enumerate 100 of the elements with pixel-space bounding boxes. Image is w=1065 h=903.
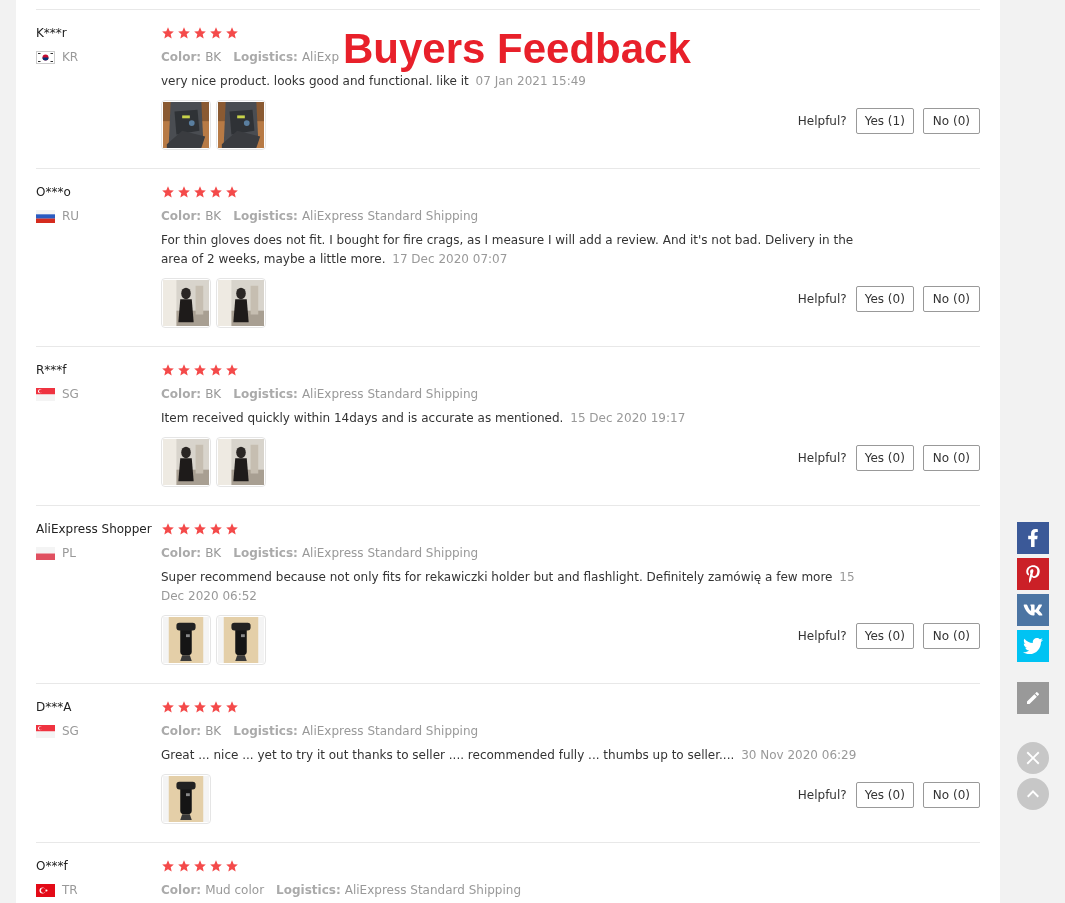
attribute-value: BK xyxy=(205,49,222,66)
star-icon xyxy=(161,522,175,536)
share-button[interactable] xyxy=(1016,558,1049,590)
no-vote-button[interactable]: No (0) xyxy=(922,108,980,134)
attribute-label: Color: xyxy=(161,208,202,225)
attribute-value: AliExpress Standard Shipping xyxy=(344,882,522,899)
star-icon xyxy=(177,185,191,199)
helpful-label: Helpful? xyxy=(797,113,847,130)
star-icon xyxy=(161,185,175,199)
star-icon xyxy=(209,700,223,714)
star-icon xyxy=(209,185,223,199)
country-code: RU xyxy=(62,208,80,224)
star-icon xyxy=(161,26,175,40)
review-text: Great ... nice ... yet to try it out thanks to seller .... recommended fully ... thumbs up to seller.... 30 Nov 2020 06:29 xyxy=(161,747,858,764)
star-icon xyxy=(209,363,223,377)
star-icon xyxy=(161,700,175,714)
no-vote-button[interactable]: No (0) xyxy=(922,623,980,649)
attribute-label: Logistics: xyxy=(233,386,298,403)
star-icon xyxy=(193,363,207,377)
reviewer-name: O***f xyxy=(36,858,69,875)
star-icon xyxy=(209,522,223,536)
attribute-label: Logistics: xyxy=(233,49,298,66)
attribute-label: Logistics: xyxy=(233,723,298,740)
helpful-label: Helpful? xyxy=(797,450,847,467)
yes-vote-button[interactable]: Yes (1) xyxy=(855,108,914,134)
country-code: SG xyxy=(62,386,79,402)
share-button[interactable] xyxy=(1016,522,1049,554)
flag-icon xyxy=(36,209,55,223)
attribute-value: BK xyxy=(205,723,222,740)
bird-icon xyxy=(1022,636,1043,656)
attribute-value: AliExpress Standard Shipping xyxy=(301,386,479,403)
attribute-label: Color: xyxy=(161,386,202,403)
star-icon xyxy=(177,859,191,873)
attribute-value: BK xyxy=(205,208,222,225)
yes-vote-button[interactable]: Yes (0) xyxy=(855,286,914,312)
country-code: KR xyxy=(62,49,79,65)
reviewer-name: AliExpress Shopper xyxy=(36,521,153,538)
attribute-value: AliExpress Standard Shipping xyxy=(301,723,479,740)
attribute-label: Color: xyxy=(161,882,202,899)
star-icon xyxy=(177,522,191,536)
attribute-value: AliExp xyxy=(301,49,340,66)
star-icon xyxy=(177,26,191,40)
attribute-label: Color: xyxy=(161,545,202,562)
close-button[interactable] xyxy=(1016,742,1049,774)
star-icon xyxy=(225,700,239,714)
star-icon xyxy=(225,859,239,873)
reviewer-name: D***A xyxy=(36,699,73,716)
reviewer-name: O***o xyxy=(36,184,72,201)
reviewer-name: K***r xyxy=(36,25,68,42)
star-icon xyxy=(177,363,191,377)
country-code: TR xyxy=(62,882,78,898)
review-text: Super recommend because not only fits for rekawiczki holder but and flashlight. Definitely zamówię a few more 15 Dec 2020 06:52 xyxy=(161,569,856,605)
no-vote-button[interactable]: No (0) xyxy=(922,782,980,808)
attribute-label: Color: xyxy=(161,723,202,740)
pinterest-icon xyxy=(1023,565,1042,583)
flag-icon xyxy=(36,883,55,897)
attribute-label: Logistics: xyxy=(233,208,298,225)
attribute-label: Logistics: xyxy=(233,545,298,562)
flag-icon xyxy=(36,724,55,738)
star-icon xyxy=(193,26,207,40)
country-code: SG xyxy=(62,723,79,739)
star-icon xyxy=(161,859,175,873)
star-icon xyxy=(225,185,239,199)
flag-icon xyxy=(36,387,55,401)
yes-vote-button[interactable]: Yes (0) xyxy=(855,782,914,808)
reviewer-name: R***f xyxy=(36,362,68,379)
yes-vote-button[interactable]: Yes (0) xyxy=(855,623,914,649)
review-text: Item received quickly within 14days and is accurate as mentioned. 15 Dec 2020 19:17 xyxy=(161,410,687,427)
helpful-label: Helpful? xyxy=(797,291,847,308)
review-text: For thin gloves does not fit. I bought for fire crags, as I measure I will add a review. And it's not bad. Delivery in the area of 2 weeks, maybe a little more. 17 Dec 2020 07:07 xyxy=(161,232,855,268)
attribute-label: Logistics: xyxy=(276,882,341,899)
helpful-label: Helpful? xyxy=(797,628,847,645)
pencil-icon xyxy=(1024,690,1041,706)
attribute-label: Color: xyxy=(161,49,202,66)
attribute-value: BK xyxy=(205,386,222,403)
banner-title: Buyers Feedback xyxy=(343,25,691,73)
star-icon xyxy=(209,859,223,873)
no-vote-button[interactable]: No (0) xyxy=(922,286,980,312)
flag-icon xyxy=(36,546,55,560)
star-icon xyxy=(225,522,239,536)
star-icon xyxy=(193,522,207,536)
star-icon xyxy=(225,363,239,377)
no-vote-button[interactable]: No (0) xyxy=(922,445,980,471)
edit-button[interactable] xyxy=(1016,682,1049,714)
country-code: PL xyxy=(62,545,76,561)
star-icon xyxy=(161,363,175,377)
attribute-value: Mud color xyxy=(205,882,265,899)
helpful-label: Helpful? xyxy=(797,787,847,804)
yes-vote-button[interactable]: Yes (0) xyxy=(855,445,914,471)
share-button[interactable] xyxy=(1016,594,1049,626)
attribute-value: BK xyxy=(205,545,222,562)
review-text: very nice product. looks good and functional. like it 07 Jan 2021 15:49 xyxy=(161,73,587,90)
star-icon xyxy=(177,700,191,714)
flag-icon xyxy=(36,50,55,64)
star-icon xyxy=(193,700,207,714)
attribute-value: AliExpress Standard Shipping xyxy=(301,545,479,562)
back-to-top-button[interactable] xyxy=(1016,778,1049,810)
star-icon xyxy=(225,26,239,40)
attribute-value: AliExpress Standard Shipping xyxy=(301,208,479,225)
star-icon xyxy=(193,859,207,873)
